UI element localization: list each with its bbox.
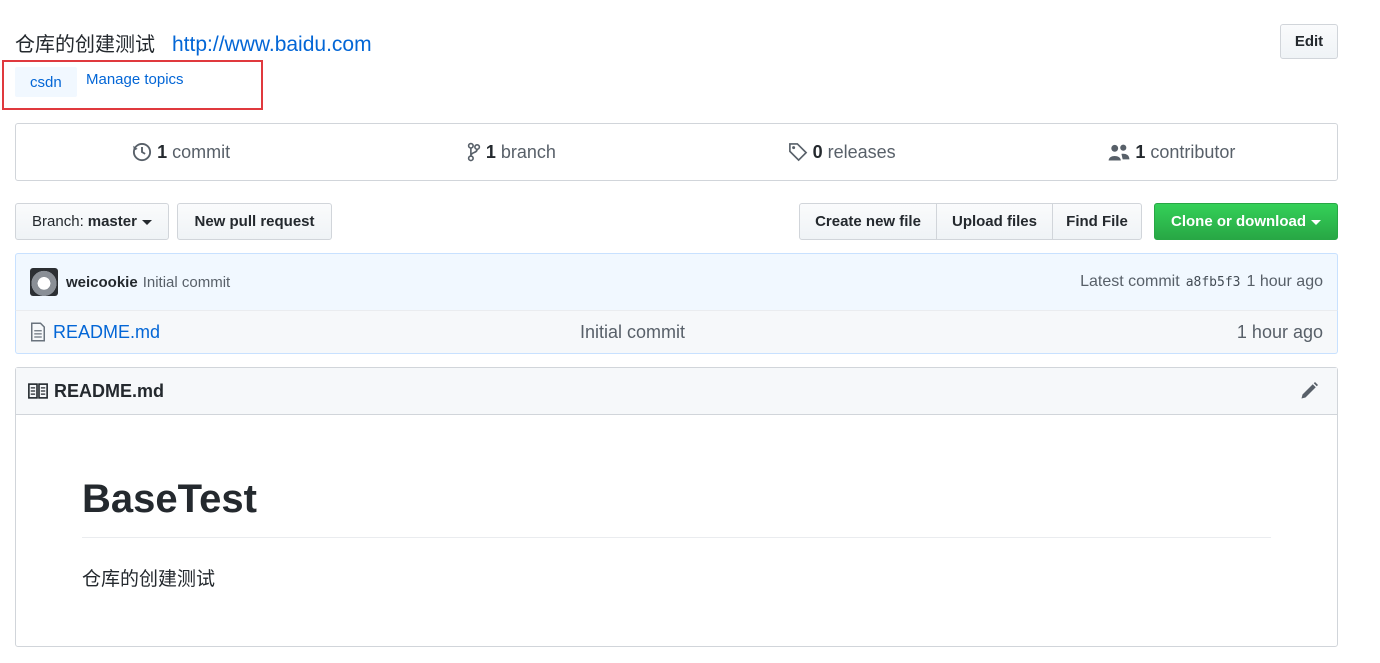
numbers-summary: 1 commit 1 branch 0 releases 1 contribut… (15, 123, 1338, 181)
file-commit-message[interactable]: Initial commit (580, 322, 685, 343)
file-age: 1 hour ago (1236, 321, 1323, 342)
readme-panel: README.md BaseTest 仓库的创建测试 (15, 367, 1338, 647)
branches-summary[interactable]: 1 branch (346, 124, 676, 180)
upload-files-button[interactable]: Upload files (936, 203, 1053, 240)
readme-paragraph: 仓库的创建测试 (82, 568, 216, 590)
readme-content: BaseTest 仓库的创建测试 (16, 477, 1337, 591)
clone-or-download-button[interactable]: Clone or download (1154, 203, 1338, 240)
book-icon (28, 383, 48, 399)
releases-count: 0 (812, 141, 823, 162)
readme-header: README.md (16, 368, 1337, 415)
branches-label: branch (500, 141, 556, 162)
latest-commit-info: Latest commit a8fb5f3 1 hour ago (1080, 273, 1323, 291)
latest-commit-label: Latest commit (1080, 273, 1180, 290)
find-file-button[interactable]: Find File (1052, 203, 1142, 240)
commits-summary[interactable]: 1 commit (16, 124, 346, 180)
commits-count: 1 (157, 141, 168, 162)
clone-or-download-label: Clone or download (1171, 213, 1306, 230)
create-new-file-button[interactable]: Create new file (799, 203, 937, 240)
caret-down-icon (1311, 220, 1321, 225)
caret-down-icon (141, 220, 152, 225)
commits-label: commit (172, 141, 231, 162)
latest-commit-bar: weicookie Initial commit Latest commit a… (15, 253, 1338, 311)
branch-select-button[interactable]: Branch: master (15, 203, 169, 240)
releases-label: releases (827, 141, 896, 162)
git-branch-icon (467, 142, 481, 162)
file-icon (31, 322, 45, 342)
file-navigation: Create new file Upload files Find File (799, 203, 1142, 240)
branch-name: master (87, 213, 137, 230)
tag-icon (788, 143, 807, 162)
manage-topics-link[interactable]: Manage topics (86, 71, 184, 88)
pencil-icon[interactable] (1299, 381, 1319, 401)
new-pull-request-button[interactable]: New pull request (177, 203, 332, 240)
branches-count: 1 (485, 141, 496, 162)
people-icon (1108, 144, 1130, 161)
commit-author[interactable]: weicookie (66, 274, 138, 291)
repo-description-text: 仓库的创建测试 (15, 32, 155, 56)
edit-description-button[interactable]: Edit (1280, 24, 1338, 59)
contributors-label: contributor (1150, 141, 1236, 162)
commit-age: 1 hour ago (1246, 273, 1323, 290)
releases-summary[interactable]: 0 releases (677, 124, 1007, 180)
commit-message[interactable]: Initial commit (143, 274, 231, 291)
contributors-count: 1 (1135, 141, 1146, 162)
branch-prefix: Branch: (32, 213, 84, 230)
commit-sha[interactable]: a8fb5f3 (1186, 275, 1241, 290)
readme-heading: BaseTest (82, 477, 1271, 538)
file-name-link[interactable]: README.md (53, 322, 553, 343)
topic-tag-csdn[interactable]: csdn (15, 67, 77, 97)
history-icon (133, 142, 152, 162)
repo-description: 仓库的创建测试 http://www.baidu.com (15, 28, 372, 57)
contributors-summary[interactable]: 1 contributor (1007, 124, 1337, 180)
file-row: README.md Initial commit 1 hour ago (15, 310, 1338, 354)
repo-website-link[interactable]: http://www.baidu.com (172, 33, 372, 57)
avatar[interactable] (30, 268, 58, 296)
readme-filename: README.md (54, 380, 165, 401)
